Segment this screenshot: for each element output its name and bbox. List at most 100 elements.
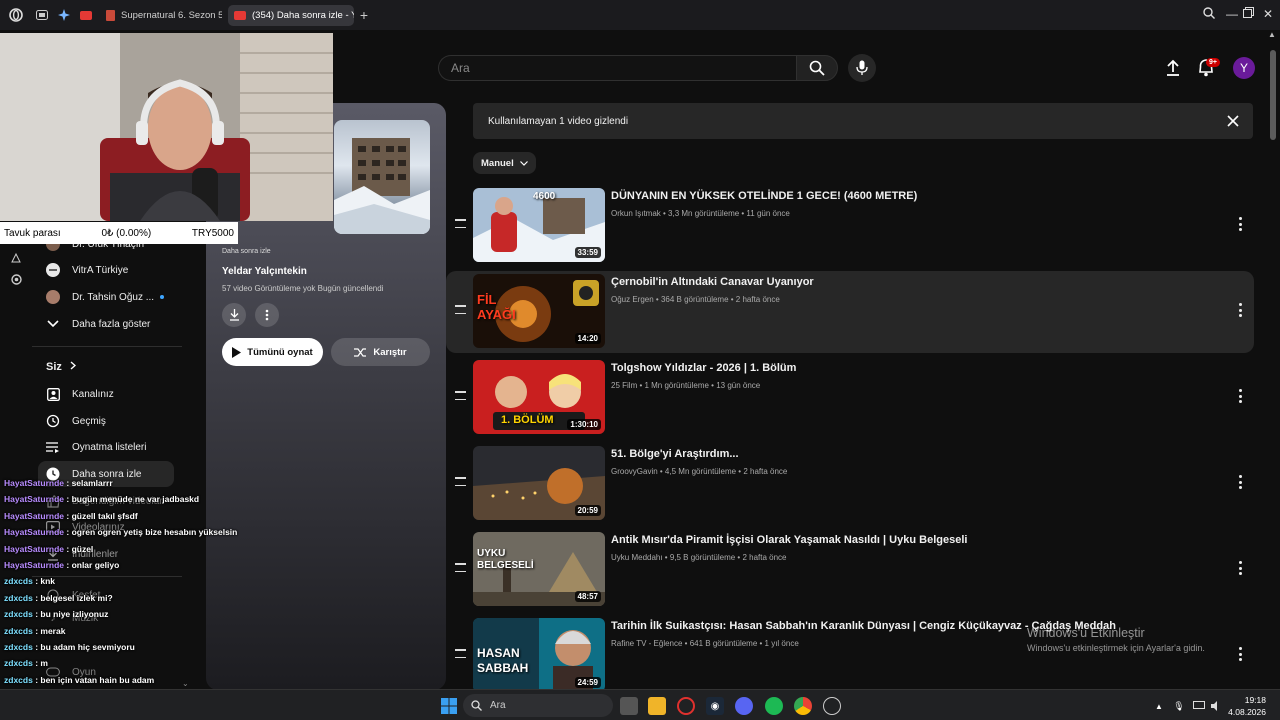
chat-message: HayatSaturnde : selamlarrr xyxy=(4,478,113,488)
page-scrollbar[interactable] xyxy=(1270,50,1276,140)
taskbar-search-box[interactable]: Ara xyxy=(463,694,613,717)
tab-watch-later[interactable]: (354) Daha sonra izle - Yo xyxy=(228,5,354,26)
search-input[interactable]: Ara xyxy=(438,55,796,81)
maximize-icon[interactable] xyxy=(1243,7,1254,21)
you-section-header[interactable]: Siz xyxy=(38,354,174,380)
opera-logo-icon[interactable] xyxy=(8,7,24,23)
windows-taskbar: Ara ◉ ▲ 🎙 19:18 4.08.2026 xyxy=(0,689,1280,720)
search-button[interactable] xyxy=(796,55,838,81)
drag-handle-icon[interactable] xyxy=(455,219,466,228)
more-vert-icon[interactable] xyxy=(1238,561,1242,575)
sidebar-item-your-channel[interactable]: Kanalınız xyxy=(38,381,174,407)
video-title[interactable]: Tolgshow Yıldızlar - 2026 | 1. Bölüm xyxy=(611,362,796,374)
browser-search-icon[interactable] xyxy=(1203,7,1215,22)
taskbar-clock[interactable]: 19:18 4.08.2026 xyxy=(1228,694,1266,718)
video-thumbnail[interactable]: 33:59 4600 xyxy=(473,188,605,262)
playlist-more-button[interactable] xyxy=(255,303,279,327)
microphone-tray-icon[interactable]: 🎙 xyxy=(1170,697,1188,715)
discord-icon[interactable] xyxy=(735,697,753,715)
scroll-up-arrow-icon[interactable]: ▲ xyxy=(1268,30,1276,39)
chat-username: HayatSaturnde xyxy=(4,560,64,570)
windows-start-icon[interactable] xyxy=(440,697,458,715)
youtube-pinned-icon[interactable] xyxy=(78,7,94,23)
site-favicon-icon xyxy=(106,10,115,21)
task-view-icon[interactable] xyxy=(620,697,638,715)
video-thumbnail[interactable]: 14:20 FİL AYAĞI xyxy=(473,274,605,348)
chat-message: HayatSaturnde : ogren ogren yetiş bize h… xyxy=(4,527,237,537)
shuffle-button[interactable]: Karıştır xyxy=(331,338,430,366)
video-title[interactable]: Antik Mısır'da Piramit İşçisi Olarak Yaş… xyxy=(611,534,967,546)
drag-handle-icon[interactable] xyxy=(455,477,466,486)
tab-label: (354) Daha sonra izle - Yo xyxy=(252,10,354,21)
drag-handle-icon[interactable] xyxy=(455,305,466,314)
settings-gear-icon[interactable] xyxy=(10,273,23,289)
more-vert-icon[interactable] xyxy=(1238,475,1242,489)
ticker-value: 0₺ (0.00%) xyxy=(101,227,152,239)
tray-chevron-icon[interactable]: ▲ xyxy=(1150,697,1168,715)
more-vert-icon[interactable] xyxy=(1238,647,1242,661)
drag-handle-icon[interactable] xyxy=(455,563,466,572)
more-vert-icon[interactable] xyxy=(1238,303,1242,317)
spotify-icon[interactable] xyxy=(765,697,783,715)
ai-sparkle-icon[interactable] xyxy=(56,7,72,23)
video-row[interactable]: 1:30:10 1. BÖLÜM Tolgshow Yıldızlar - 2026… xyxy=(446,357,1254,439)
tab-supernatural[interactable]: Supernatural 6. Sezon 5. B xyxy=(100,5,222,26)
new-tab-plus-icon[interactable]: + xyxy=(356,7,372,23)
more-vert-icon[interactable] xyxy=(1238,389,1242,403)
chat-text: belgesel izlek mi? xyxy=(40,592,113,603)
sidebar-item-playlists[interactable]: Oynatma listeleri xyxy=(38,434,174,460)
video-thumbnail[interactable]: 1:30:10 1. BÖLÜM xyxy=(473,360,605,434)
sidebar-subscription-tahsin[interactable]: Dr. Tahsin Oğuz ... xyxy=(38,284,174,310)
app-settings-icon[interactable] xyxy=(823,697,841,715)
play-all-button[interactable]: Tümünü oynat xyxy=(222,338,323,366)
video-thumbnail[interactable]: 20:59 xyxy=(473,446,605,520)
sparkle-side-icon[interactable] xyxy=(10,252,22,267)
close-icon[interactable] xyxy=(1225,113,1241,129)
playlist-owner[interactable]: Yeldar Yalçıntekin xyxy=(222,266,307,277)
upload-icon[interactable] xyxy=(1163,58,1183,78)
video-row[interactable]: 20:59 51. Bölge'yi Araştırdım... GroovyGav… xyxy=(446,443,1254,525)
streamer-camera-image xyxy=(0,33,333,221)
microphone-icon xyxy=(856,60,868,75)
video-title[interactable]: DÜNYANIN EN YÜKSEK OTELİNDE 1 GECE! (460… xyxy=(611,190,917,202)
more-vert-icon[interactable] xyxy=(1238,217,1242,231)
voice-search-button[interactable] xyxy=(848,54,876,82)
video-duration: 33:59 xyxy=(574,247,601,258)
chrome-icon[interactable] xyxy=(794,697,812,715)
video-title[interactable]: 51. Bölge'yi Araştırdım... xyxy=(611,448,739,460)
sort-dropdown[interactable]: Manuel xyxy=(473,152,536,174)
more-vert-icon xyxy=(265,309,269,321)
video-row[interactable]: 14:20 FİL AYAĞI Çernobil'in Altındaki Cana… xyxy=(446,271,1254,353)
volume-icon[interactable] xyxy=(1208,697,1226,715)
sidebar-item-history[interactable]: Geçmiş xyxy=(38,408,174,434)
minimize-icon[interactable]: — xyxy=(1226,7,1238,21)
video-duration: 48:57 xyxy=(574,591,601,602)
video-thumbnail[interactable]: 48:57 UYKU BELGESELİ xyxy=(473,532,605,606)
video-title[interactable]: Çernobil'in Altındaki Canavar Uyanıyor xyxy=(611,276,814,288)
video-row[interactable]: 48:57 UYKU BELGESELİ Antik Mısır'da Pirami… xyxy=(446,529,1254,611)
chat-text: bugün menüde ne var jadbaskd xyxy=(71,494,200,505)
show-more-button[interactable]: Daha fazla göster xyxy=(38,311,174,337)
sidebar-item-label: Dr. Tahsin Oğuz ... xyxy=(72,291,155,303)
chat-separator: : xyxy=(64,478,72,488)
download-icon xyxy=(229,309,239,321)
video-thumbnail[interactable]: 24:59 HASAN SABBAH xyxy=(473,618,605,692)
video-row[interactable]: 33:59 4600 DÜNYANIN EN YÜKSEK OTELİNDE 1 G… xyxy=(446,185,1254,267)
sidebar-subscription-vitra[interactable]: VitrA Türkiye xyxy=(38,257,174,283)
steam-icon[interactable]: ◉ xyxy=(706,697,724,715)
file-explorer-icon[interactable] xyxy=(648,697,666,715)
playlist-thumbnail[interactable] xyxy=(334,120,430,234)
account-avatar[interactable]: Y xyxy=(1233,57,1255,79)
drag-handle-icon[interactable] xyxy=(455,391,466,400)
drag-handle-icon[interactable] xyxy=(455,649,466,658)
chat-message: zdxcds : bu adam hiç sevmiyoru xyxy=(4,642,135,652)
chat-text: selamlarrr xyxy=(71,478,113,488)
video-meta: Oğuz Ergen • 364 B görüntüleme • 2 hafta… xyxy=(611,295,780,304)
opera-gx-taskbar-icon[interactable] xyxy=(677,697,695,715)
sidebar-scroll-down-icon[interactable]: ⌄ xyxy=(182,679,189,688)
workspaces-icon[interactable] xyxy=(34,7,50,23)
network-icon[interactable] xyxy=(1190,697,1208,715)
thumbnail-text: FİL AYAĞI xyxy=(477,292,516,322)
download-playlist-button[interactable] xyxy=(222,303,246,327)
close-window-icon[interactable]: ✕ xyxy=(1263,7,1273,21)
